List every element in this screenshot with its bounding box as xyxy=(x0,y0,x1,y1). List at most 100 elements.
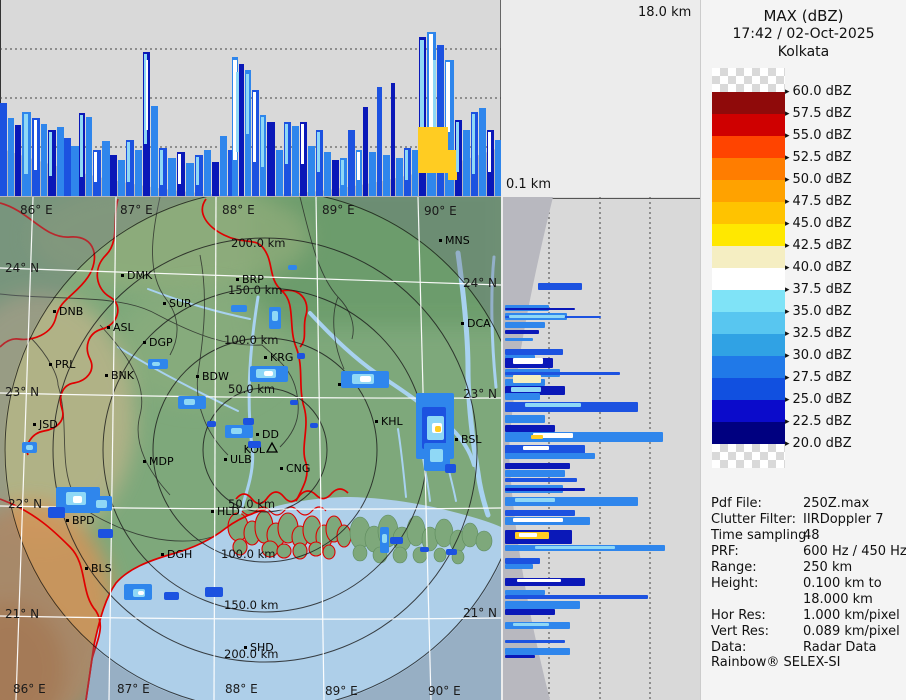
profile-bar-accent xyxy=(261,117,264,167)
side-height-profile-panel xyxy=(503,197,700,700)
radar-echo xyxy=(164,592,179,600)
legend-tick-label: 55.0 dBZ xyxy=(792,128,852,143)
profile-bar xyxy=(505,640,565,643)
profile-bar-accent xyxy=(196,157,199,185)
profile-bar xyxy=(15,125,21,196)
legend-title: MAX (dBZ) xyxy=(763,7,844,25)
radar-echo xyxy=(264,371,273,376)
radar-echo xyxy=(138,591,144,595)
legend-tick-label: 27.5 dBZ xyxy=(792,370,852,385)
radar-echo xyxy=(98,529,113,538)
profile-bar xyxy=(292,126,299,196)
profile-bar-accent xyxy=(94,152,97,182)
profile-bar xyxy=(267,122,275,196)
legend-tick-label: 35.0 dBZ xyxy=(792,304,852,319)
legend-tick-label: 40.0 dBZ xyxy=(792,260,852,275)
side-profile-chart xyxy=(503,197,700,700)
legend-swatch xyxy=(712,202,785,224)
graticule-label: 87° E xyxy=(117,682,150,696)
profile-bar xyxy=(538,283,582,290)
profile-bar xyxy=(383,155,390,196)
city-marker xyxy=(143,341,146,344)
info-row-value: 1.000 km/pixel xyxy=(803,608,900,623)
city-marker xyxy=(439,239,442,242)
legend-tick-label: 42.5 dBZ xyxy=(792,238,852,253)
radar-echo xyxy=(96,500,107,508)
city-marker xyxy=(375,420,378,423)
range-ring-label: 150.0 km xyxy=(228,283,282,297)
legend-tick: ▸ 47.5 dBZ xyxy=(785,194,852,210)
profile-bar xyxy=(505,590,545,595)
profile-bar xyxy=(71,146,79,196)
profile-bar xyxy=(369,152,376,196)
legend-tick-label: 45.0 dBZ xyxy=(792,216,852,231)
graticule-label: 88° E xyxy=(222,203,255,217)
tick-arrow-icon: ▸ xyxy=(785,175,790,185)
tick-arrow-icon: ▸ xyxy=(785,285,790,295)
profile-bar-accent xyxy=(523,446,549,450)
legend-swatch xyxy=(712,268,785,290)
city-marker xyxy=(264,356,267,359)
profile-bar xyxy=(86,117,92,196)
profile-bar xyxy=(168,158,176,196)
legend-tick-label: 30.0 dBZ xyxy=(792,348,852,363)
profile-bar-accent xyxy=(301,124,304,164)
legend-tick: ▸ 45.0 dBZ xyxy=(785,216,852,232)
legend-tick-label: 25.0 dBZ xyxy=(792,392,852,407)
profile-bar xyxy=(41,124,47,196)
city-marker xyxy=(455,438,458,441)
profile-bar-accent xyxy=(341,160,344,185)
profile-bar xyxy=(64,138,71,196)
profile-bar xyxy=(212,162,219,196)
profile-bar-accent xyxy=(513,623,549,626)
info-row-label: Range: xyxy=(711,560,757,575)
profile-bar-accent xyxy=(446,62,450,132)
legend-swatch xyxy=(712,422,785,444)
tick-arrow-icon: ▸ xyxy=(785,153,790,163)
radar-echo xyxy=(26,445,33,450)
city-marker xyxy=(85,567,88,570)
range-ring-label: 50.0 km xyxy=(228,497,275,511)
legend-tick-label: 20.0 dBZ xyxy=(792,436,852,451)
profile-bar-accent xyxy=(515,498,555,502)
city-marker xyxy=(33,423,36,426)
profile-bar xyxy=(57,127,64,196)
radar-echo xyxy=(420,547,429,552)
range-ring-label: 150.0 km xyxy=(224,598,278,612)
legend-tick: ▸ 35.0 dBZ xyxy=(785,304,852,320)
profile-bar xyxy=(505,372,620,375)
profile-bar xyxy=(186,163,194,196)
legend-tick-label: 60.0 dBZ xyxy=(792,84,852,99)
profile-bar xyxy=(505,478,577,482)
radar-echo xyxy=(243,418,254,425)
profile-bar xyxy=(391,83,395,196)
graticule-label: 88° E xyxy=(225,682,258,696)
city-marker xyxy=(256,433,259,436)
profile-bar-accent xyxy=(285,124,288,164)
city-label: PRL xyxy=(55,358,76,371)
height-min-label: 0.1 km xyxy=(506,177,551,192)
profile-bar xyxy=(505,453,595,459)
profile-bar-accent xyxy=(34,120,37,170)
radar-echo xyxy=(48,507,65,518)
profile-bar xyxy=(505,655,535,658)
profile-bar-accent xyxy=(236,72,239,152)
profile-bar-accent xyxy=(24,114,28,174)
range-ring-label: 50.0 km xyxy=(228,382,275,396)
radar-echo xyxy=(73,496,82,503)
radar-echo xyxy=(248,441,261,448)
tick-arrow-icon: ▸ xyxy=(785,197,790,207)
profile-bar xyxy=(348,130,355,196)
legend-swatch xyxy=(712,312,785,334)
city-label: DCA xyxy=(467,317,491,330)
profile-bar xyxy=(505,425,555,432)
graticule-label: 24° N xyxy=(5,261,39,275)
legend-tick: ▸ 25.0 dBZ xyxy=(785,392,852,408)
city-label: DD xyxy=(262,428,279,441)
profile-bar-accent xyxy=(80,115,83,177)
city-marker xyxy=(280,467,283,470)
graticule-label: 23° N xyxy=(463,387,497,401)
profile-bar xyxy=(8,118,14,196)
radar-echo xyxy=(205,587,223,597)
profile-bar-accent xyxy=(511,387,541,392)
